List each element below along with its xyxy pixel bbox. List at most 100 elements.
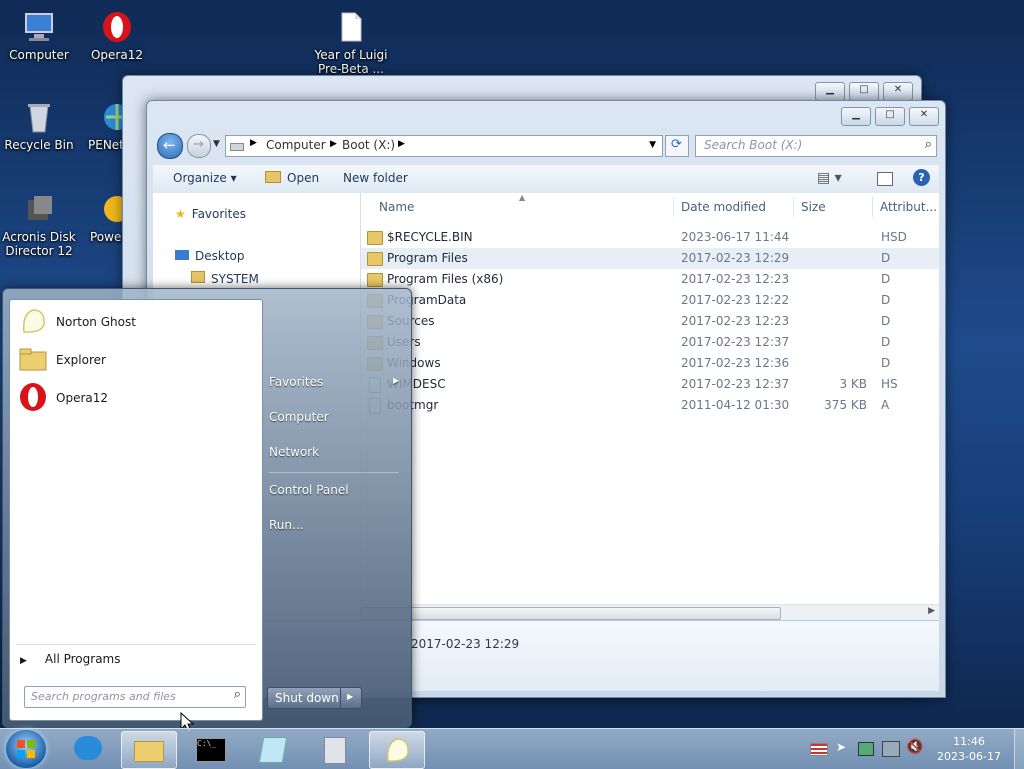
address-dropdown-icon[interactable]: ▼: [649, 140, 656, 150]
start-search-box[interactable]: Search programs and files ⌕: [24, 686, 246, 708]
command-bar: Organize ▾ Open New folder ▤ ▾ ?: [153, 165, 939, 194]
shutdown-button[interactable]: Shut down: [267, 687, 341, 709]
chevron-right-icon: ▶: [330, 139, 337, 149]
file-row[interactable]: Users2017-02-23 12:37D: [361, 332, 939, 353]
search-box[interactable]: Search Boot (X:) ⌕: [695, 135, 937, 157]
folder-icon: [134, 741, 164, 762]
desktop-icon-document[interactable]: Year of Luigi Pre-Beta ...: [312, 6, 390, 76]
opera-icon: [18, 382, 48, 412]
search-icon[interactable]: ⌕: [925, 137, 932, 152]
taskbar-calculator[interactable]: [308, 731, 362, 767]
column-header-name[interactable]: Name: [379, 193, 414, 221]
show-desktop-button[interactable]: [1014, 729, 1024, 769]
file-row[interactable]: Program Files 2017-02-23 12:29 D: [361, 248, 939, 269]
nav-item-desktop[interactable]: Desktop: [175, 249, 245, 263]
column-divider[interactable]: [793, 197, 794, 217]
desktop-icon: [175, 250, 189, 260]
acronis-icon: [22, 192, 56, 226]
tray-arrow-icon[interactable]: ➤: [836, 740, 846, 754]
scrollbar-thumb[interactable]: [361, 607, 781, 620]
triangle-right-icon: ▶: [20, 656, 27, 666]
file-row[interactable]: WIMDESC 2017-02-23 12:37 3 KB HS: [361, 374, 939, 395]
start-search-input[interactable]: Search programs and files: [31, 690, 176, 703]
breadcrumb-computer[interactable]: Computer: [266, 138, 326, 152]
column-divider[interactable]: [673, 197, 674, 217]
start-item-opera[interactable]: Opera12: [14, 380, 254, 416]
folder-icon: [367, 252, 383, 266]
separator: [269, 472, 399, 473]
nav-item-favorites[interactable]: ★ Favorites: [175, 207, 246, 221]
taskbar-explorer[interactable]: [121, 731, 177, 769]
taskbar-command-prompt[interactable]: C:\_: [184, 731, 238, 767]
recent-pages-dropdown[interactable]: ▼: [213, 139, 220, 149]
clock-date: 2023-06-17: [937, 750, 1001, 763]
windows-logo-icon: [16, 739, 36, 759]
search-icon[interactable]: ⌕: [234, 687, 241, 702]
chevron-right-icon: ▶: [347, 692, 354, 701]
folder-open-icon: [265, 171, 281, 183]
nav-item-system[interactable]: SYSTEM: [191, 271, 259, 286]
file-row[interactable]: ProgramData 2017-02-23 12:22 D: [361, 290, 939, 311]
desktop-icon-computer[interactable]: Computer: [0, 6, 78, 62]
file-row[interactable]: Program Files (x86) 2017-02-23 12:23 D: [361, 269, 939, 290]
start-link-computer[interactable]: Computer: [269, 410, 329, 424]
search-input[interactable]: Search Boot (X:): [704, 138, 802, 152]
volume-muted-icon[interactable]: 🔇: [906, 739, 923, 755]
start-link-network[interactable]: Network: [269, 445, 319, 459]
new-folder-button[interactable]: New folder: [343, 171, 408, 185]
scroll-right-icon[interactable]: ▶: [928, 606, 935, 616]
start-item-explorer[interactable]: Explorer: [14, 342, 254, 378]
preview-pane-icon[interactable]: [877, 172, 893, 186]
start-link-control-panel[interactable]: Control Panel: [269, 483, 349, 497]
language-flag-icon[interactable]: [810, 743, 828, 756]
address-bar[interactable]: ▶ Computer ▶ Boot (X:) ▶ ▼: [225, 135, 663, 157]
taskbar-norton-ghost[interactable]: [369, 731, 425, 769]
horizontal-scrollbar[interactable]: ▶: [361, 604, 939, 621]
clock[interactable]: 11:46 2023-06-17: [928, 734, 1010, 764]
shutdown-options-button[interactable]: ▶: [340, 687, 362, 709]
column-divider[interactable]: [872, 197, 873, 217]
desktop-icon-label: Acronis Disk Director 12: [2, 230, 76, 258]
file-row[interactable]: $RECYCLE.BIN 2023-06-17 11:44 HSD: [361, 227, 939, 248]
minimize-button[interactable]: ▁: [841, 107, 871, 126]
help-icon[interactable]: ?: [913, 169, 930, 186]
start-button[interactable]: [6, 730, 46, 768]
column-header-size[interactable]: Size: [801, 193, 826, 221]
organize-button[interactable]: Organize ▾: [173, 171, 237, 185]
sort-arrow-icon: ▲: [519, 193, 526, 202]
column-header-date[interactable]: Date modified: [681, 193, 766, 221]
ghost-icon: [18, 306, 48, 336]
refresh-icon: ⟳: [671, 137, 682, 152]
desktop-icon-recycle-bin[interactable]: Recycle Bin: [0, 96, 78, 152]
start-link-run[interactable]: Run...: [269, 518, 303, 532]
refresh-button[interactable]: ⟳: [665, 135, 689, 157]
desktop-icon-acronis[interactable]: Acronis Disk Director 12: [0, 188, 78, 258]
chevron-right-icon: ▶: [392, 376, 399, 385]
maximize-button[interactable]: □: [875, 107, 905, 126]
breadcrumb-drive[interactable]: Boot (X:): [342, 138, 395, 152]
recycle-bin-icon: [22, 100, 56, 134]
all-programs-button[interactable]: ▶ All Programs: [20, 652, 121, 666]
close-button[interactable]: ✕: [909, 107, 939, 126]
close-button[interactable]: ✕: [883, 82, 913, 101]
view-options-icon[interactable]: ▤ ▾: [817, 170, 842, 186]
tray-device-icon[interactable]: [858, 742, 874, 756]
back-button[interactable]: ←: [157, 133, 183, 159]
file-row[interactable]: bootmgr 2011-04-12 01:30 375 KB A: [361, 395, 939, 416]
desktop-icon-opera[interactable]: Opera12: [78, 6, 156, 62]
taskbar-notes-app[interactable]: [246, 731, 300, 767]
file-row[interactable]: Sources2017-02-23 12:23D: [361, 311, 939, 332]
start-link-favorites[interactable]: Favorites ▶: [269, 375, 399, 389]
open-button[interactable]: Open: [265, 171, 319, 185]
minimize-button[interactable]: ▁: [815, 82, 845, 101]
column-header-attributes[interactable]: Attribut...: [880, 193, 937, 221]
star-icon: ★: [175, 207, 186, 221]
taskbar-network-app[interactable]: [62, 731, 116, 767]
forward-button[interactable]: →: [187, 134, 211, 158]
desktop-icon-label: Computer: [9, 48, 69, 62]
file-row[interactable]: Windows 2017-02-23 12:36 D: [361, 353, 939, 374]
maximize-button[interactable]: □: [849, 82, 879, 101]
drive-icon: [230, 143, 244, 151]
tray-network-icon[interactable]: [882, 741, 900, 757]
start-item-norton-ghost[interactable]: Norton Ghost: [14, 304, 254, 340]
